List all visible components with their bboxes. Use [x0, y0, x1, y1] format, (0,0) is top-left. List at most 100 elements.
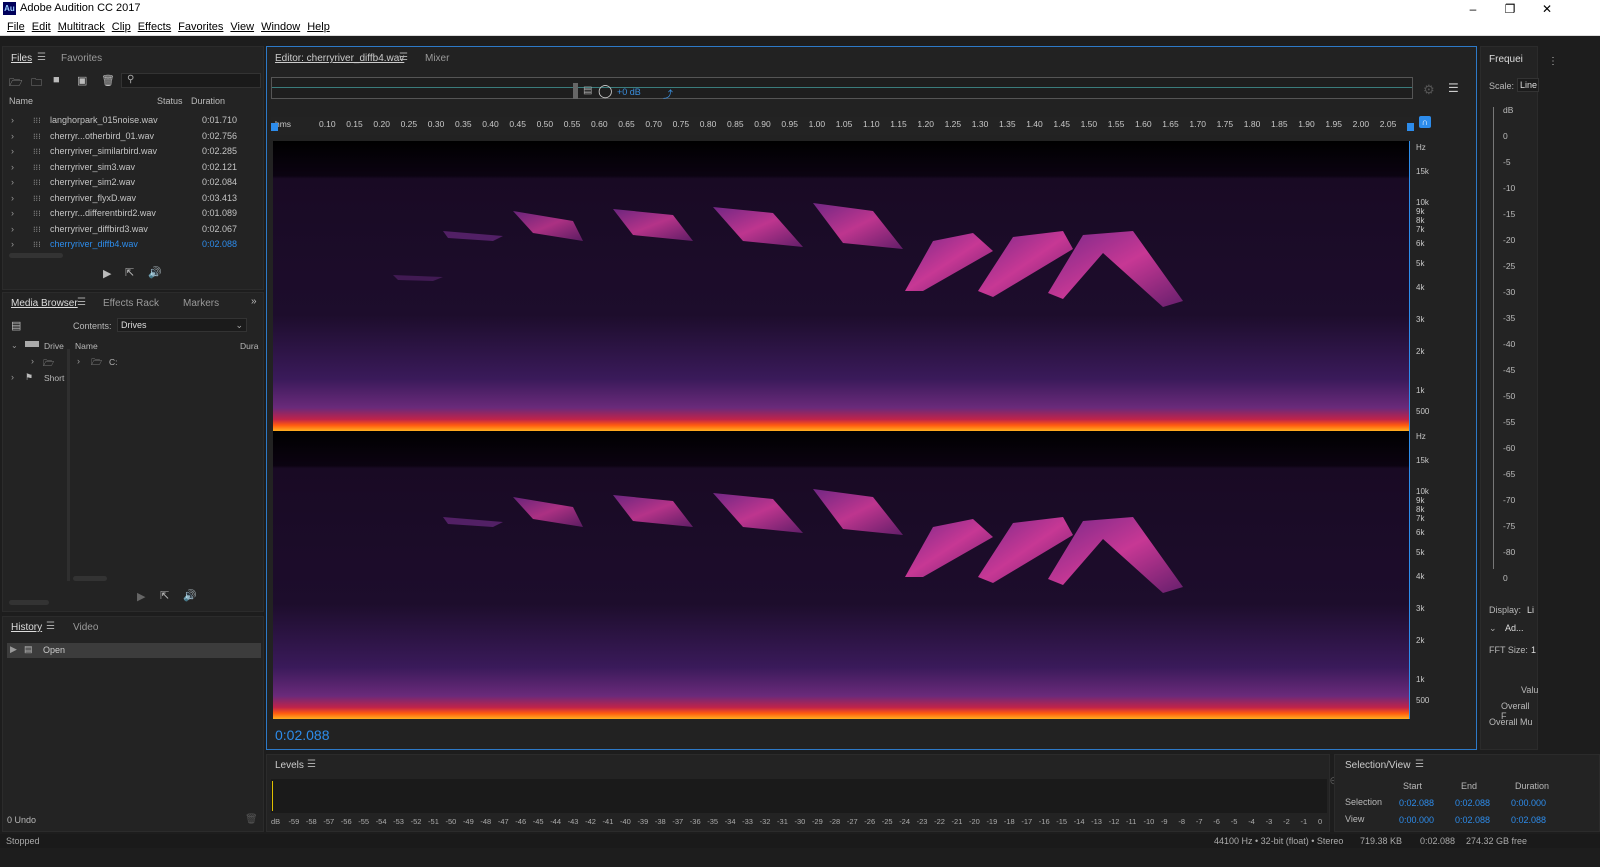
close-icon[interactable]: ✕ — [1524, 0, 1570, 18]
chevron-down-icon[interactable]: ⌄ — [1489, 623, 1497, 634]
tab-effects-rack[interactable]: Effects Rack — [103, 298, 159, 309]
contents-select[interactable]: Drives ⌄ — [117, 318, 247, 332]
col-name[interactable]: Name — [9, 96, 33, 106]
col-status[interactable]: Status — [157, 96, 183, 106]
scale-select[interactable]: Line — [1517, 78, 1539, 92]
selection-start[interactable]: 0:02.088 — [1399, 798, 1434, 808]
pin-icon[interactable]: ⤴ — [663, 86, 673, 101]
spectrogram-right[interactable] — [273, 431, 1409, 719]
list-icon[interactable]: ☰ — [1448, 81, 1459, 95]
play-icon[interactable]: ▶ — [103, 267, 111, 280]
file-row[interactable]: › ⁝⁝⁝ cherryriver_diffbird3.wav 0:02.067 — [7, 222, 261, 237]
expand-icon[interactable]: › — [11, 372, 14, 382]
file-row[interactable]: › ⁝⁝⁝ cherryriver_flyxD.wav 0:03.413 — [7, 191, 261, 206]
expand-icon[interactable]: › — [11, 237, 14, 252]
delete-icon[interactable]: 🗑 — [101, 74, 115, 87]
file-row[interactable]: › ⁝⁝⁝ cherryriver_diffb4.wav 0:02.088 — [7, 237, 261, 252]
overview-bar[interactable] — [271, 77, 1413, 99]
auto-play-icon[interactable]: 🔊 — [183, 589, 197, 602]
expand-icon[interactable]: › — [77, 356, 80, 366]
playhead-end-icon[interactable] — [1407, 123, 1414, 131]
h-scrollbar[interactable] — [9, 253, 63, 258]
advanced-toggle[interactable]: Ad... — [1505, 623, 1524, 633]
spectrogram-left[interactable] — [273, 141, 1409, 431]
tab-media-browser[interactable]: Media Browser — [11, 298, 78, 309]
menu-view[interactable]: View — [230, 18, 254, 36]
splitter[interactable] — [67, 349, 70, 581]
tab-history[interactable]: History — [11, 622, 42, 633]
menu-effects[interactable]: Effects — [138, 18, 171, 36]
tab-editor[interactable]: Editor: cherryriver_diffb4.wav — [275, 53, 404, 64]
view-duration[interactable]: 0:02.088 — [1511, 815, 1546, 825]
h-scrollbar[interactable] — [73, 576, 107, 581]
trash-icon[interactable]: 🗑 — [245, 814, 258, 825]
panel-menu-icon[interactable]: ☰ — [307, 759, 316, 770]
tab-markers[interactable]: Markers — [183, 298, 219, 309]
chevron-down-icon[interactable]: ⌄ — [11, 341, 18, 350]
expand-icon[interactable]: › — [11, 222, 14, 237]
more-options-icon[interactable]: ⋮ — [1548, 56, 1558, 67]
snap-icon[interactable]: ∩ — [1419, 116, 1431, 128]
volume-knob-icon[interactable]: ◯ — [598, 83, 613, 99]
freq-title[interactable]: Frequei — [1489, 54, 1523, 65]
expand-icon[interactable]: › — [11, 129, 14, 144]
h-scrollbar[interactable] — [9, 600, 49, 605]
menu-help[interactable]: Help — [307, 18, 330, 36]
col-duration[interactable]: Duration — [191, 96, 225, 106]
file-row[interactable]: › ⁝⁝⁝ cherryr...differentbird2.wav 0:01.089 — [7, 206, 261, 221]
drive-c[interactable]: C: — [109, 357, 118, 367]
time-ruler[interactable]: hms 0.10 0.15 0.20 0.25 0.30 0.35 0.40 0.45 0.50… — [271, 117, 1413, 135]
col-duration[interactable]: Dura — [240, 341, 258, 351]
history-item[interactable]: ▶ ▤ Open — [7, 643, 261, 658]
expand-icon[interactable]: › — [11, 206, 14, 221]
expand-panels-icon[interactable]: » — [251, 296, 257, 307]
view-start[interactable]: 0:00.000 — [1399, 815, 1434, 825]
open-file-icon[interactable]: 🗁 — [9, 74, 23, 93]
expand-icon[interactable]: › — [11, 144, 14, 159]
zoom-to-fit-icon[interactable]: ⚙ — [1423, 82, 1435, 98]
play-icon[interactable]: ▶ — [137, 590, 145, 603]
expand-icon[interactable]: › — [31, 356, 34, 366]
tab-favorites[interactable]: Favorites — [61, 53, 102, 64]
expand-icon[interactable]: › — [11, 175, 14, 190]
file-row[interactable]: › ⁝⁝⁝ langhorpark_015noise.wav 0:01.710 — [7, 113, 261, 128]
expand-icon[interactable]: › — [11, 191, 14, 206]
file-row[interactable]: › ⁝⁝⁝ cherryriver_sim2.wav 0:02.084 — [7, 175, 261, 190]
view-end[interactable]: 0:02.088 — [1455, 815, 1490, 825]
auto-play-icon[interactable]: 🔊 — [148, 266, 162, 279]
panel-menu-icon[interactable]: ☰ — [46, 621, 55, 632]
search-input[interactable]: ⚲ — [121, 73, 261, 88]
file-row[interactable]: › ⁝⁝⁝ cherryriver_similarbird.wav 0:02.285 — [7, 144, 261, 159]
expand-icon[interactable]: › — [11, 160, 14, 175]
import-file-icon[interactable]: 🗀 — [31, 74, 42, 93]
fft-value[interactable]: 1 — [1531, 645, 1536, 655]
insert-icon[interactable]: ▣ — [77, 74, 87, 87]
export-icon[interactable]: ⇱ — [125, 266, 134, 279]
selection-end[interactable]: 0:02.088 — [1455, 798, 1490, 808]
tab-mixer[interactable]: Mixer — [425, 53, 449, 64]
tree-shortcuts[interactable]: Short — [44, 373, 64, 383]
menu-clip[interactable]: Clip — [112, 18, 131, 36]
panel-menu-icon[interactable]: ☰ — [37, 52, 46, 63]
selection-duration[interactable]: 0:00.000 — [1511, 798, 1546, 808]
selection-view-title[interactable]: Selection/View — [1345, 760, 1410, 771]
file-row[interactable]: › ⁝⁝⁝ cherryriver_sim3.wav 0:02.121 — [7, 160, 261, 175]
col-name[interactable]: Name — [75, 341, 98, 351]
expand-icon[interactable]: › — [11, 113, 14, 128]
file-row[interactable]: › ⁝⁝⁝ cherryr...otherbird_01.wav 0:02.756 — [7, 129, 261, 144]
panel-menu-icon[interactable]: ☰ — [399, 52, 408, 63]
panel-menu-icon[interactable]: ☰ — [1415, 759, 1424, 770]
tree-drives[interactable]: Drive — [44, 341, 64, 351]
drive-icon[interactable]: ▤ — [11, 319, 21, 332]
menu-window[interactable]: Window — [261, 18, 300, 36]
export-icon[interactable]: ⇱ — [160, 589, 169, 602]
display-value[interactable]: Li — [1527, 605, 1534, 615]
tab-video[interactable]: Video — [73, 622, 98, 633]
menu-file[interactable]: File — [7, 18, 25, 36]
tab-files[interactable]: Files — [11, 53, 32, 64]
menu-edit[interactable]: Edit — [32, 18, 51, 36]
levels-title[interactable]: Levels — [275, 760, 304, 771]
playhead-start-icon[interactable] — [271, 123, 278, 131]
menu-favorites[interactable]: Favorites — [178, 18, 223, 36]
new-file-icon[interactable]: ■ — [53, 74, 60, 86]
